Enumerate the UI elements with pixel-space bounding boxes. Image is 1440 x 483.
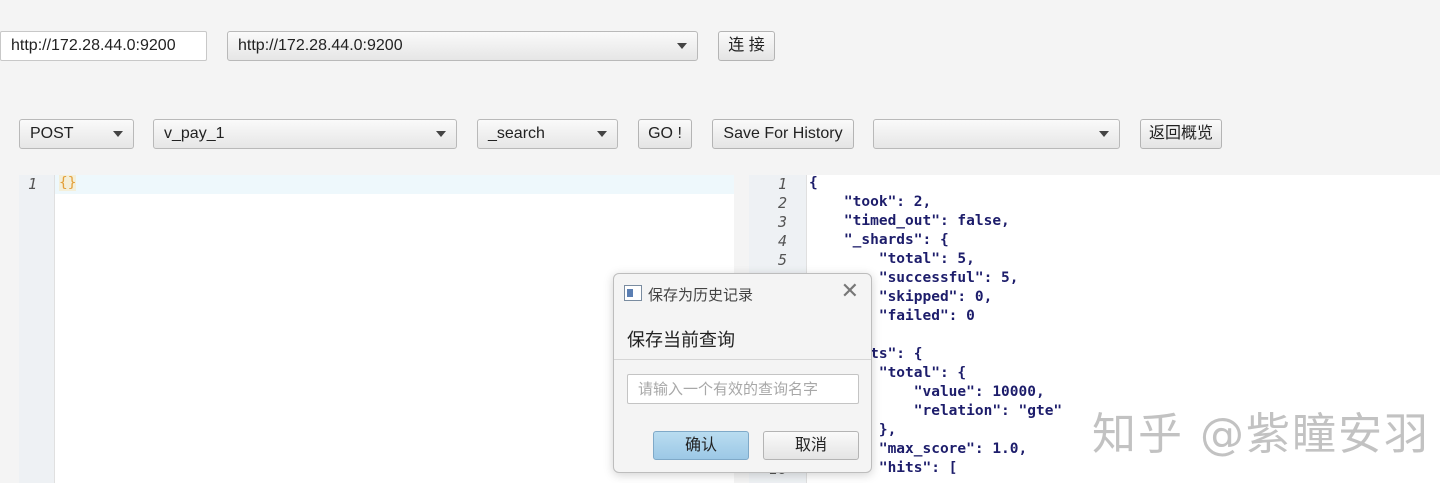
current-line-highlight bbox=[55, 175, 734, 194]
response-line: "timed_out": false, bbox=[809, 213, 1010, 229]
history-select[interactable] bbox=[873, 119, 1120, 149]
response-line: "_shards": { bbox=[809, 232, 949, 248]
line-number: 3 bbox=[777, 213, 787, 231]
host-url-combo[interactable]: http://172.28.44.0:9200 bbox=[227, 31, 698, 61]
connect-button[interactable]: 连 接 bbox=[718, 31, 775, 61]
chevron-down-icon bbox=[113, 131, 123, 137]
index-select-value: v_pay_1 bbox=[164, 125, 225, 142]
endpoint-select-value: _search bbox=[488, 125, 545, 142]
back-to-overview-button[interactable]: 返回概览 bbox=[1140, 119, 1222, 149]
line-number: 5 bbox=[777, 251, 787, 269]
response-line: "total": 5, bbox=[809, 251, 975, 267]
chevron-down-icon bbox=[1099, 131, 1109, 137]
method-select-value: POST bbox=[30, 125, 74, 142]
save-history-dialog: 保存为历史记录 ✕ 保存当前查询 确认 取消 bbox=[613, 273, 872, 473]
query-name-input[interactable] bbox=[627, 374, 859, 404]
window-app-icon bbox=[624, 285, 642, 301]
host-url-input[interactable] bbox=[0, 31, 207, 61]
request-editor-gutter: 1 bbox=[19, 175, 55, 483]
save-for-history-button[interactable]: Save For History bbox=[712, 119, 854, 149]
close-icon[interactable]: ✕ bbox=[841, 280, 859, 302]
response-line: { bbox=[809, 175, 818, 191]
dialog-message: 保存当前查询 bbox=[627, 330, 735, 350]
chevron-down-icon bbox=[677, 43, 687, 49]
cancel-button[interactable]: 取消 bbox=[763, 431, 859, 460]
dialog-divider bbox=[614, 359, 871, 360]
host-url-combo-value: http://172.28.44.0:9200 bbox=[238, 37, 403, 54]
chevron-down-icon bbox=[597, 131, 607, 137]
method-select[interactable]: POST bbox=[19, 119, 134, 149]
line-number: 2 bbox=[777, 194, 787, 212]
line-number: 1 bbox=[27, 175, 37, 193]
endpoint-select[interactable]: _search bbox=[477, 119, 618, 149]
confirm-button[interactable]: 确认 bbox=[653, 431, 749, 460]
dialog-title: 保存为历史记录 bbox=[648, 287, 754, 304]
chevron-down-icon bbox=[436, 131, 446, 137]
request-body-text: {} bbox=[59, 175, 77, 191]
watermark: 知乎 @紫瞳安羽 bbox=[1092, 409, 1430, 460]
go-button[interactable]: GO ! bbox=[638, 119, 692, 149]
line-number: 1 bbox=[777, 175, 787, 193]
line-number: 4 bbox=[777, 232, 787, 250]
index-select[interactable]: v_pay_1 bbox=[153, 119, 457, 149]
response-line: "took": 2, bbox=[809, 194, 932, 210]
